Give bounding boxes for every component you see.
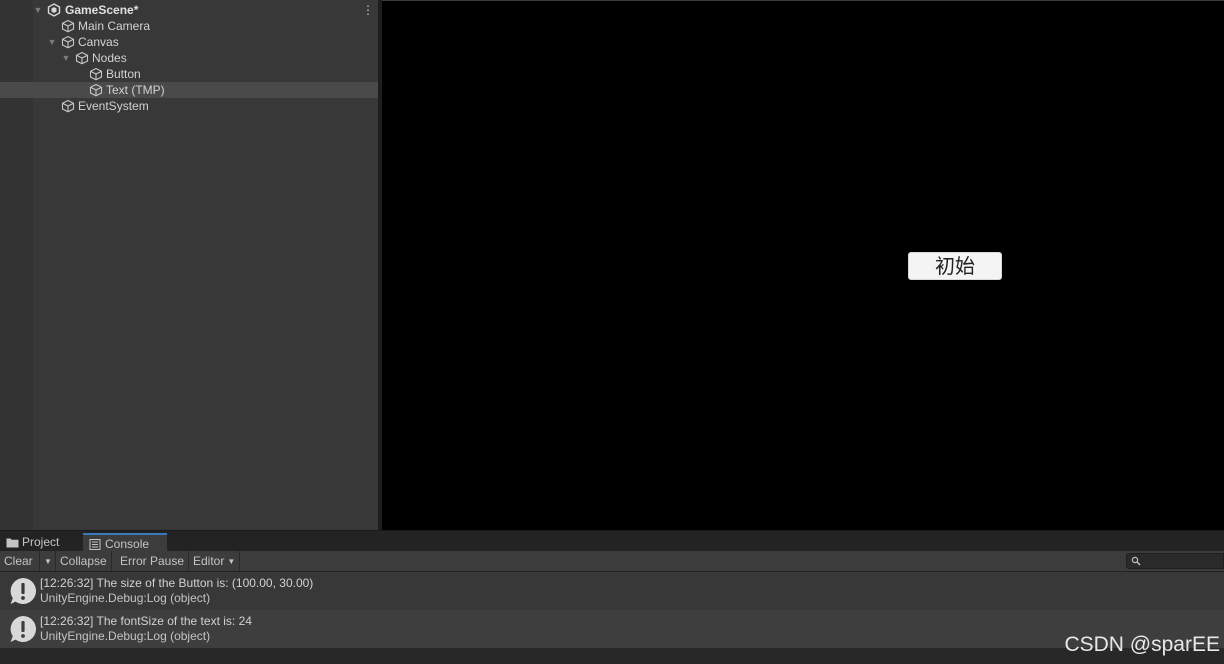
expand-arrow-icon[interactable]: ▼	[47, 34, 57, 50]
bottom-tab-strip: Project Console	[0, 530, 1224, 552]
tab-project[interactable]: Project	[0, 533, 80, 552]
log-source: UnityEngine.Debug:Log (object)	[40, 629, 211, 643]
unity-scene-icon	[47, 3, 61, 17]
chevron-down-icon: ▼	[227, 557, 236, 566]
collapse-label: Collapse	[60, 554, 107, 568]
kebab-menu-icon[interactable]: ⋮	[362, 4, 374, 16]
console-search[interactable]	[1126, 553, 1224, 569]
gameobject-cube-icon	[61, 19, 75, 33]
hierarchy-item-main-camera[interactable]: Main Camera	[0, 18, 380, 34]
clear-options-dropdown[interactable]: ▼	[40, 551, 56, 571]
hierarchy-item-gamescene[interactable]: ▼ GameScene* ⋮	[0, 2, 380, 18]
gameobject-cube-icon	[89, 67, 103, 81]
hierarchy-item-label: Text (TMP)	[106, 83, 165, 97]
hierarchy-item-label: Canvas	[78, 35, 119, 49]
log-message: [12:26:32] The fontSize of the text is: …	[40, 614, 252, 628]
hierarchy-item-label: EventSystem	[78, 99, 149, 113]
hierarchy-item-label: Button	[106, 67, 141, 81]
expand-arrow-icon[interactable]: ▼	[33, 2, 43, 18]
gameobject-cube-icon	[89, 83, 103, 97]
hierarchy-item-label: Main Camera	[78, 19, 151, 33]
search-input[interactable]	[1143, 554, 1221, 568]
folder-icon	[6, 538, 19, 548]
log-entry[interactable]: [12:26:32] The size of the Button is: (1…	[0, 572, 1224, 610]
hierarchy-item-nodes[interactable]: ▼ Nodes	[0, 50, 380, 66]
error-pause-label: Error Pause	[120, 554, 185, 568]
clear-label: Clear	[4, 554, 33, 568]
clear-button[interactable]: Clear	[0, 551, 40, 571]
game-ui-button[interactable]: 初始	[908, 252, 1002, 280]
watermark-text: CSDN @sparEE	[1064, 633, 1220, 656]
info-bubble-icon	[10, 616, 37, 642]
gameobject-cube-icon	[75, 51, 89, 65]
error-pause-button[interactable]: Error Pause	[116, 551, 190, 571]
game-view[interactable]: 初始	[382, 0, 1224, 530]
hierarchy-item-label: GameScene*	[65, 3, 139, 17]
hierarchy-item-button[interactable]: Button	[0, 66, 380, 82]
editor-dropdown[interactable]: Editor ▼	[189, 551, 241, 571]
console-icon	[89, 539, 101, 550]
tab-label: Project	[22, 535, 60, 549]
info-bubble-icon	[10, 578, 37, 604]
hierarchy-item-eventsystem[interactable]: EventSystem	[0, 98, 380, 114]
log-entry[interactable]: [12:26:32] The fontSize of the text is: …	[0, 610, 1224, 648]
gameobject-cube-icon	[61, 35, 75, 49]
console-log: [12:26:32] The size of the Button is: (1…	[0, 572, 1224, 664]
editor-label: Editor	[193, 554, 225, 568]
collapse-button[interactable]: Collapse	[56, 551, 112, 571]
hierarchy-item-canvas[interactable]: ▼ Canvas	[0, 34, 380, 50]
gameobject-cube-icon	[61, 99, 75, 113]
hierarchy-item-text-tmp[interactable]: Text (TMP)	[0, 82, 380, 98]
console-toolbar: Clear ▼ Collapse Error Pause Editor ▼	[0, 551, 1224, 572]
chevron-down-icon: ▼	[44, 557, 52, 566]
log-source: UnityEngine.Debug:Log (object)	[40, 591, 211, 605]
tab-label: Console	[105, 537, 150, 551]
hierarchy-panel: ▼ GameScene* ⋮ Main Camera ▼ Canvas ▼ No…	[0, 0, 380, 530]
search-icon	[1131, 556, 1141, 566]
hierarchy-item-label: Nodes	[92, 51, 127, 65]
expand-arrow-icon[interactable]: ▼	[61, 50, 71, 66]
tab-console[interactable]: Console	[83, 533, 167, 552]
log-message: [12:26:32] The size of the Button is: (1…	[40, 576, 314, 590]
